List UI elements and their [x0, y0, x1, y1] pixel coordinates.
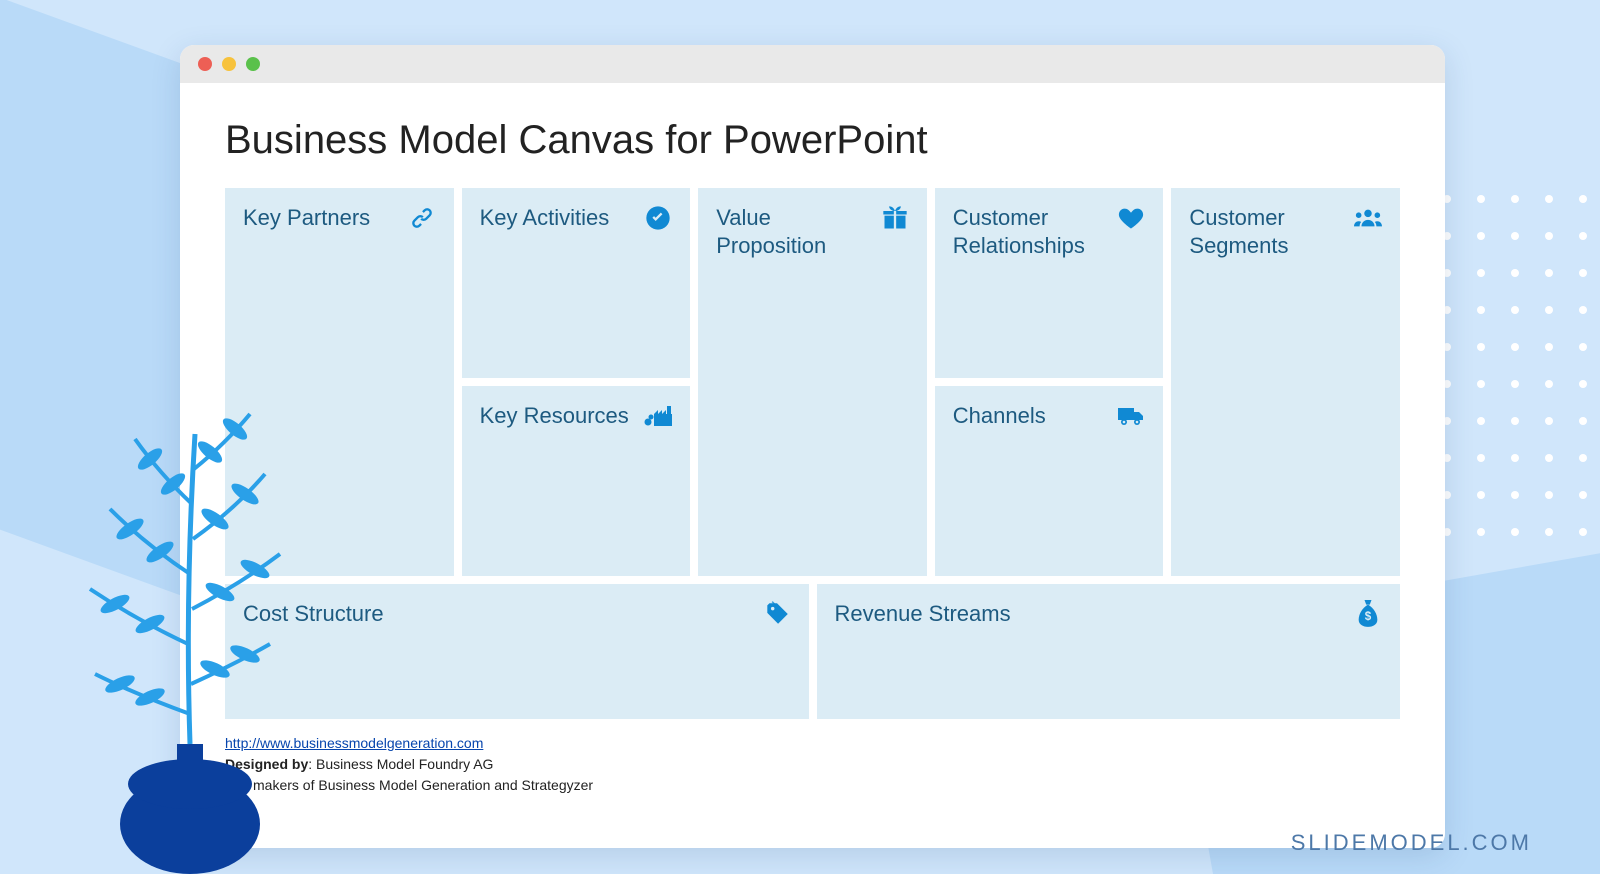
business-model-canvas: Key Partners Key Activities Key Resource… [225, 188, 1400, 719]
block-title: Customer Relationships [953, 204, 1110, 259]
heart-icon [1117, 204, 1145, 237]
users-icon [1354, 204, 1382, 237]
designed-by-label: Designed by [225, 756, 308, 772]
slide-footer: http://www.businessmodelgeneration.com D… [225, 733, 1400, 796]
browser-window: Business Model Canvas for PowerPoint Key… [180, 45, 1445, 848]
block-title: Cost Structure [243, 600, 384, 628]
block-title: Customer Segments [1189, 204, 1346, 259]
factory-icon [644, 402, 672, 435]
block-key-resources[interactable]: Key Resources [462, 386, 691, 576]
block-title: Value Proposition [716, 204, 873, 259]
block-cost-structure[interactable]: Cost Structure [225, 584, 809, 719]
block-title: Channels [953, 402, 1046, 430]
minimize-icon[interactable] [222, 57, 236, 71]
maximize-icon[interactable] [246, 57, 260, 71]
block-customer-relationships[interactable]: Customer Relationships [935, 188, 1164, 378]
gift-icon [881, 204, 909, 237]
money-bag-icon: $ [1354, 600, 1382, 633]
tag-icon [763, 600, 791, 633]
dot-grid-decoration [1430, 180, 1600, 550]
block-title: Revenue Streams [835, 600, 1011, 628]
window-titlebar [180, 45, 1445, 83]
block-title: Key Resources [480, 402, 629, 430]
source-link[interactable]: http://www.businessmodelgeneration.com [225, 735, 483, 751]
window-content: Business Model Canvas for PowerPoint Key… [180, 83, 1445, 848]
block-revenue-streams[interactable]: Revenue Streams $ [817, 584, 1401, 719]
block-value-proposition[interactable]: Value Proposition [698, 188, 927, 576]
svg-text:$: $ [1365, 610, 1372, 623]
brand-watermark: SLIDEMODEL.COM [1291, 830, 1532, 856]
designed-by-value: : Business Model Foundry AG [308, 756, 493, 772]
close-icon[interactable] [198, 57, 212, 71]
block-key-partners[interactable]: Key Partners [225, 188, 454, 576]
block-title: Key Partners [243, 204, 370, 232]
link-icon [408, 204, 436, 237]
block-customer-segments[interactable]: Customer Segments [1171, 188, 1400, 576]
check-circle-icon [644, 204, 672, 237]
page-title: Business Model Canvas for PowerPoint [225, 118, 1400, 163]
block-title: Key Activities [480, 204, 610, 232]
truck-icon [1117, 402, 1145, 435]
block-key-activities[interactable]: Key Activities [462, 188, 691, 378]
makers-line: The makers of Business Model Generation … [225, 777, 593, 793]
block-channels[interactable]: Channels [935, 386, 1164, 576]
